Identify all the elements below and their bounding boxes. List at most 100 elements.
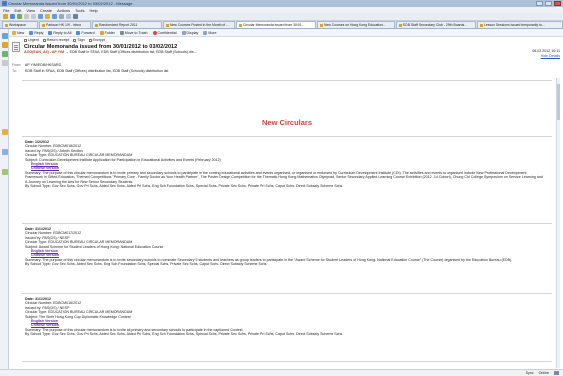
checkbox-icon bbox=[88, 38, 92, 42]
tab-label: New Courses on Hong Kong Education... bbox=[324, 23, 386, 27]
divider bbox=[22, 223, 552, 224]
tab-label: Workspace bbox=[9, 23, 26, 27]
tab-hk-education[interactable]: New Courses on Hong Kong Education... bbox=[317, 21, 395, 28]
display-button[interactable]: Display bbox=[181, 30, 199, 35]
tab-label: Circular Memoranda issued from 30/01... bbox=[243, 23, 305, 27]
menu-edit[interactable]: Edit bbox=[14, 8, 21, 13]
mail-icon[interactable] bbox=[2, 33, 8, 39]
tab-inbox[interactable]: Parkson HK 1/9 - Inbox bbox=[39, 21, 91, 28]
trash-icon bbox=[119, 30, 124, 35]
sign-checkbox[interactable]: Sign bbox=[73, 38, 85, 42]
message-header: Urgent Return receipt Sign Encrypt Circu… bbox=[10, 37, 563, 77]
menu-help[interactable]: Help bbox=[89, 8, 97, 13]
new-button[interactable]: New bbox=[12, 30, 24, 35]
encrypt-label: Encrypt bbox=[92, 38, 105, 42]
sync-status[interactable]: Sync bbox=[526, 371, 534, 375]
circular-entry: Date: 1/2/2012 Circular Number: EDBCM018… bbox=[25, 140, 545, 188]
to-label: To: bbox=[12, 69, 17, 73]
tab-report[interactable]: Randomized Report 2011 bbox=[92, 21, 162, 28]
home-icon[interactable] bbox=[45, 14, 50, 19]
tab-lesson-sessions[interactable]: Lesson Sessions issued temporarily to... bbox=[477, 21, 563, 28]
menu-create[interactable]: Create bbox=[40, 8, 52, 13]
circular-summary: Summary: The purpose of this circular me… bbox=[25, 170, 543, 184]
tab-new-courses[interactable]: New Courses Posted in the Month of ... bbox=[163, 21, 235, 28]
forward-icon[interactable] bbox=[31, 14, 36, 19]
menu-actions[interactable]: Actions bbox=[57, 8, 70, 13]
tab-staff-club[interactable]: EDB Staff Secondary Club - 29th Boards..… bbox=[396, 21, 476, 28]
sign-label: Sign bbox=[77, 38, 85, 42]
more-label: More bbox=[208, 30, 217, 35]
folder-button[interactable]: Folder bbox=[99, 30, 115, 35]
maximize-button[interactable] bbox=[545, 1, 552, 6]
menu-view[interactable]: View bbox=[26, 8, 35, 13]
more-button[interactable]: More bbox=[203, 30, 217, 35]
tab-label: New Courses Posted in the Month of ... bbox=[170, 23, 229, 27]
app-icon bbox=[2, 1, 7, 6]
reply-all-icon bbox=[48, 30, 53, 35]
location-status[interactable]: Online bbox=[539, 371, 549, 375]
to-value[interactable]: EDB Staff in SFAA, EDB Staff (Offices) d… bbox=[25, 69, 168, 73]
tab-label: EDB Staff Secondary Club - 29th Boards..… bbox=[403, 23, 468, 27]
back-icon[interactable] bbox=[24, 14, 29, 19]
hide-details-link[interactable]: Hide Details bbox=[541, 54, 560, 58]
status-bar: Sync Online bbox=[0, 369, 563, 376]
search-icon[interactable] bbox=[52, 14, 57, 19]
confidential-button[interactable]: Confidential bbox=[152, 30, 177, 35]
tab-icon bbox=[5, 23, 8, 27]
reply-all-button[interactable]: Reply to All bbox=[48, 30, 71, 35]
tab-icon bbox=[166, 23, 169, 27]
checkbox-icon bbox=[24, 38, 27, 42]
more-icon bbox=[203, 30, 208, 35]
checkbox-icon bbox=[42, 38, 46, 42]
tab-icon bbox=[239, 23, 242, 27]
save-icon[interactable] bbox=[10, 14, 15, 19]
print-icon[interactable] bbox=[17, 14, 22, 19]
from-row: From: AP YIM/EDB/HKSARG bbox=[12, 63, 61, 67]
forward-button[interactable]: Forward bbox=[76, 30, 95, 35]
close-button[interactable] bbox=[554, 1, 561, 6]
to-row: To: EDB Staff in SFAA, EDB Staff (Office… bbox=[12, 69, 168, 73]
divider bbox=[22, 361, 552, 362]
minimize-button[interactable] bbox=[536, 1, 543, 6]
left-sidebar bbox=[0, 29, 9, 376]
move-to-trash-button[interactable]: Move to Trash bbox=[119, 30, 148, 35]
tab-workspace[interactable]: Workspace bbox=[2, 21, 38, 28]
tab-icon bbox=[42, 23, 45, 27]
sametime-icon[interactable] bbox=[2, 169, 8, 175]
circular-school-type: By School Type: Gov Sec Schs, Gov Pri Sc… bbox=[25, 184, 343, 189]
folder-icon[interactable] bbox=[2, 129, 8, 135]
display-icon bbox=[181, 30, 186, 35]
menu-file[interactable]: File bbox=[3, 8, 9, 13]
confidential-icon bbox=[152, 30, 157, 35]
menu-tools[interactable]: Tools bbox=[75, 8, 84, 13]
divider bbox=[22, 293, 552, 294]
calendar-icon[interactable] bbox=[2, 42, 8, 48]
main-toolbar bbox=[0, 13, 563, 21]
notebook-icon[interactable] bbox=[2, 149, 8, 155]
bookmark-icon[interactable] bbox=[59, 14, 64, 19]
display-label: Display bbox=[186, 30, 199, 35]
open-icon[interactable] bbox=[3, 14, 8, 19]
tab-circular-memoranda[interactable]: Circular Memoranda issued from 30/01... bbox=[236, 21, 316, 28]
notification-icon[interactable] bbox=[554, 371, 559, 375]
contacts-icon[interactable] bbox=[2, 51, 8, 57]
circular-school-type: By School Type: Gov Sec Schs, Gov Pri Sc… bbox=[25, 332, 343, 337]
sender-name[interactable]: AOO(EAN_A6) - AP YIM bbox=[24, 50, 64, 54]
delivery-flags: Urgent Return receipt Sign Encrypt bbox=[24, 38, 105, 42]
return-receipt-checkbox[interactable]: Return receipt bbox=[42, 38, 69, 42]
todo-icon[interactable] bbox=[2, 60, 8, 66]
workspace-icon[interactable] bbox=[73, 14, 78, 19]
title-bar: Circular Memoranda issued from 30/01/201… bbox=[0, 0, 563, 7]
vertical-scrollbar[interactable] bbox=[556, 78, 560, 368]
urgent-checkbox[interactable]: Urgent bbox=[24, 38, 39, 42]
from-value[interactable]: AP YIM/EDB/HKSARG bbox=[25, 63, 62, 67]
reply-button[interactable]: Reply bbox=[29, 30, 44, 35]
refresh-icon[interactable] bbox=[38, 14, 43, 19]
tab-label: Randomized Report 2011 bbox=[99, 23, 138, 27]
encrypt-checkbox[interactable]: Encrypt bbox=[88, 38, 105, 42]
scrollbar-thumb[interactable] bbox=[557, 84, 560, 120]
forward-mail-icon bbox=[76, 30, 81, 35]
tab-icon bbox=[480, 23, 483, 27]
reply-label: Reply bbox=[34, 30, 44, 35]
tools-icon[interactable] bbox=[66, 14, 71, 19]
